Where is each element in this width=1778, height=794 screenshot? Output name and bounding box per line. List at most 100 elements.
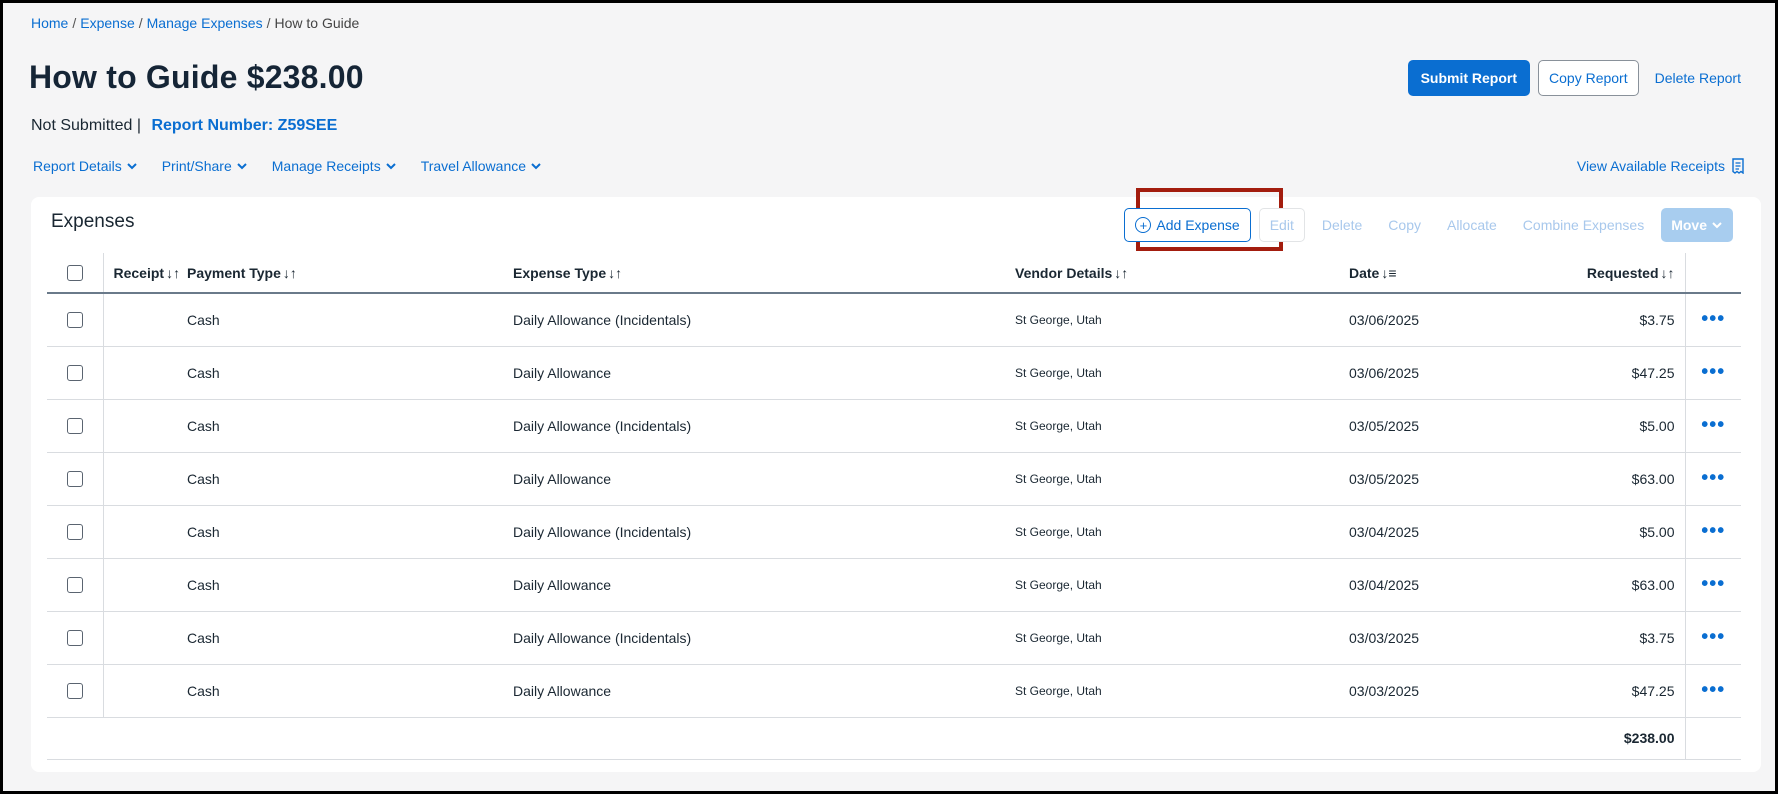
sort-icon: ↓↑ <box>1114 264 1129 281</box>
edit-expense-button[interactable]: Edit <box>1258 208 1305 242</box>
report-actions: Submit Report Copy Report Delete Report <box>1407 60 1749 96</box>
row-actions-cell: ••• <box>1685 505 1741 559</box>
table-row[interactable]: Cash Daily Allowance St George, Utah 03/04/… <box>47 558 1741 612</box>
print-share-menu[interactable]: Print/Share <box>162 158 248 174</box>
requested-amount-cell: $5.00 <box>1577 505 1686 559</box>
receipt-cell <box>103 664 187 718</box>
expense-type-cell: Daily Allowance <box>513 664 1015 718</box>
date-cell: 03/04/2025 <box>1349 558 1577 612</box>
table-row[interactable]: Cash Daily Allowance (Incidentals) St Geor… <box>47 611 1741 665</box>
more-horizontal-icon[interactable]: ••• <box>1701 361 1725 383</box>
table-row[interactable]: Cash Daily Allowance St George, Utah 03/05/… <box>47 452 1741 506</box>
submit-report-button[interactable]: Submit Report <box>1407 60 1531 96</box>
row-actions-cell: ••• <box>1685 611 1741 665</box>
copy-expense-button[interactable]: Copy <box>1375 208 1434 242</box>
sort-icon: ↓↑ <box>282 264 297 281</box>
payment-type-cell: Cash <box>187 452 513 506</box>
move-label: Move <box>1671 217 1707 233</box>
report-subnav: Report Details Print/Share Manage Receip… <box>33 158 542 174</box>
delete-expense-button[interactable]: Delete <box>1309 208 1375 242</box>
payment-type-cell: Cash <box>187 664 513 718</box>
vendor-cell: St George, Utah <box>1015 664 1349 718</box>
payment-type-cell: Cash <box>187 505 513 559</box>
expense-type-cell: Daily Allowance <box>513 452 1015 506</box>
breadcrumb-expense[interactable]: Expense <box>80 15 134 31</box>
breadcrumb-manage-expenses[interactable]: Manage Expenses <box>147 15 263 31</box>
more-horizontal-icon[interactable]: ••• <box>1701 573 1725 595</box>
report-status: Not Submitted | <box>31 117 141 134</box>
expense-type-cell: Daily Allowance <box>513 558 1015 612</box>
allocate-button[interactable]: Allocate <box>1434 208 1510 242</box>
row-checkbox[interactable] <box>66 418 83 435</box>
row-checkbox[interactable] <box>66 683 83 700</box>
more-horizontal-icon[interactable]: ••• <box>1701 414 1725 436</box>
travel-allowance-menu[interactable]: Travel Allowance <box>421 158 542 174</box>
select-all-checkbox[interactable] <box>66 265 83 282</box>
breadcrumb-separator: / <box>138 15 143 31</box>
column-vendor-details[interactable]: Vendor Details ↓↑ <box>1015 253 1349 294</box>
table-row[interactable]: Cash Daily Allowance (Incidentals) St Geor… <box>47 399 1741 453</box>
column-date-label: Date <box>1349 264 1380 281</box>
more-horizontal-icon[interactable]: ••• <box>1701 626 1725 648</box>
add-expense-button[interactable]: + Add Expense <box>1124 208 1251 242</box>
delete-report-button[interactable]: Delete Report <box>1647 60 1749 96</box>
vendor-cell: St George, Utah <box>1015 452 1349 506</box>
table-row[interactable]: Cash Daily Allowance St George, Utah 03/03/… <box>47 664 1741 718</box>
column-date[interactable]: Date ↓≡ <box>1349 253 1577 294</box>
more-horizontal-icon[interactable]: ••• <box>1701 520 1725 542</box>
report-details-menu[interactable]: Report Details <box>33 158 138 174</box>
chevron-down-icon <box>126 163 137 170</box>
sort-descending-icon: ↓≡ <box>1381 264 1397 281</box>
table-row[interactable]: Cash Daily Allowance St George, Utah 03/06/… <box>47 346 1741 400</box>
breadcrumb-separator: / <box>266 15 271 31</box>
total-amount: $238.00 <box>1577 717 1686 760</box>
more-horizontal-icon[interactable]: ••• <box>1701 308 1725 330</box>
view-receipts-label: View Available Receipts <box>1576 158 1725 174</box>
payment-type-cell: Cash <box>187 346 513 400</box>
row-select-cell <box>47 452 104 506</box>
expense-type-cell: Daily Allowance (Incidentals) <box>513 505 1015 559</box>
row-checkbox[interactable] <box>66 471 83 488</box>
column-payment-type[interactable]: Payment Type ↓↑ <box>187 253 513 294</box>
sort-icon: ↓↑ <box>1660 264 1675 281</box>
column-payment-type-label: Payment Type <box>187 264 281 281</box>
date-cell: 03/03/2025 <box>1349 664 1577 718</box>
row-checkbox[interactable] <box>66 312 83 329</box>
total-row: $238.00 <box>47 717 1741 760</box>
copy-report-button[interactable]: Copy Report <box>1538 60 1639 96</box>
column-receipt[interactable]: Receipt ↓↑ <box>103 253 187 294</box>
view-available-receipts-link[interactable]: View Available Receipts <box>1577 158 1745 174</box>
breadcrumb-home[interactable]: Home <box>31 15 68 31</box>
plus-circle-icon: + <box>1135 217 1152 233</box>
row-checkbox[interactable] <box>66 630 83 647</box>
page-title: How to Guide $238.00 <box>29 59 364 95</box>
row-checkbox[interactable] <box>66 577 83 594</box>
receipt-icon <box>1732 158 1744 174</box>
chevron-down-icon <box>385 163 396 170</box>
row-checkbox[interactable] <box>66 365 83 382</box>
date-cell: 03/06/2025 <box>1349 293 1577 347</box>
vendor-cell: St George, Utah <box>1015 293 1349 347</box>
column-requested[interactable]: Requested ↓↑ <box>1577 253 1686 294</box>
row-select-cell <box>47 558 104 612</box>
manage-receipts-menu[interactable]: Manage Receipts <box>272 158 397 174</box>
row-actions-cell: ••• <box>1685 452 1741 506</box>
row-actions-cell: ••• <box>1685 293 1741 347</box>
more-horizontal-icon[interactable]: ••• <box>1701 679 1725 701</box>
vendor-cell: St George, Utah <box>1015 558 1349 612</box>
more-horizontal-icon[interactable]: ••• <box>1701 467 1725 489</box>
column-expense-type[interactable]: Expense Type ↓↑ <box>513 253 1015 294</box>
print-share-label: Print/Share <box>161 158 232 174</box>
requested-amount-cell: $63.00 <box>1577 452 1686 506</box>
row-checkbox[interactable] <box>66 524 83 541</box>
vendor-cell: St George, Utah <box>1015 399 1349 453</box>
table-row[interactable]: Cash Daily Allowance (Incidentals) St Geor… <box>47 293 1741 347</box>
report-number-link[interactable]: Report Number: Z59SEE <box>151 117 337 134</box>
row-actions-cell: ••• <box>1685 664 1741 718</box>
move-button[interactable]: Move <box>1661 208 1733 242</box>
chevron-down-icon <box>237 163 247 170</box>
combine-expenses-button[interactable]: Combine Expenses <box>1510 208 1657 242</box>
table-row[interactable]: Cash Daily Allowance (Incidentals) St Geor… <box>47 505 1741 559</box>
vendor-cell: St George, Utah <box>1015 611 1349 665</box>
add-expense-label: Add Expense <box>1156 217 1240 233</box>
